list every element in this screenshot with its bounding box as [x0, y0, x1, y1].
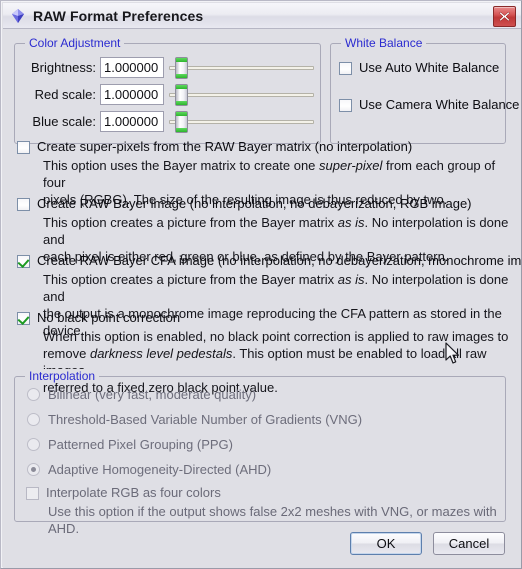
- checkbox-no-black-point-correction[interactable]: No black point correction: [17, 310, 180, 326]
- radio-label: Patterned Pixel Grouping (PPG): [48, 437, 233, 452]
- white-balance-group: White Balance: [330, 36, 506, 144]
- radio-ppg[interactable]: Patterned Pixel Grouping (PPG): [27, 437, 233, 452]
- radio-label: Adaptive Homogeneity-Directed (AHD): [48, 462, 272, 477]
- radio-box[interactable]: [27, 388, 40, 401]
- radio-vng[interactable]: Threshold-Based Variable Number of Gradi…: [27, 412, 362, 427]
- checkbox-label: Interpolate RGB as four colors: [46, 485, 221, 500]
- checkbox-box[interactable]: [17, 255, 30, 268]
- desc-text-a: This option creates a picture from the B…: [43, 215, 338, 230]
- blue-scale-label: Blue scale:: [32, 114, 96, 129]
- desc-text-line2a: remove: [43, 346, 90, 361]
- interpolation-title: Interpolation: [25, 369, 100, 383]
- cancel-button[interactable]: Cancel: [433, 532, 505, 555]
- checkbox-label: Use Auto White Balance: [359, 60, 500, 75]
- checkbox-label: Create RAW Bayer CFA image (no interpola…: [37, 253, 522, 268]
- radio-label: Threshold-Based Variable Number of Gradi…: [48, 412, 363, 427]
- ok-button[interactable]: OK: [350, 532, 422, 555]
- blue-scale-slider-groove: [169, 120, 314, 124]
- checkbox-label: No black point correction: [37, 310, 181, 325]
- brightness-label: Brightness:: [30, 60, 96, 75]
- radio-bilinear[interactable]: Bilinear (very fast, moderate quality): [27, 387, 256, 402]
- brightness-slider[interactable]: [169, 57, 314, 79]
- brightness-slider-groove: [169, 66, 314, 70]
- blue-scale-slider[interactable]: [169, 111, 314, 133]
- desc-text-em: as is: [337, 215, 365, 230]
- checkbox-label: Create RAW Bayer image (no interpolation…: [37, 196, 472, 211]
- blue-scale-slider-handle[interactable]: [175, 111, 188, 133]
- desc-text-a: This option creates a picture from the B…: [43, 272, 338, 287]
- radio-box[interactable]: [27, 463, 40, 476]
- radio-box[interactable]: [27, 438, 40, 451]
- checkbox-use-camera-white-balance[interactable]: Use Camera White Balance: [339, 97, 519, 113]
- checkbox-use-auto-white-balance[interactable]: Use Auto White Balance: [339, 60, 499, 76]
- titlebar: RAW Format Preferences: [3, 3, 521, 29]
- desc-text: Use this option if the output shows fals…: [48, 504, 497, 536]
- desc-text-em: super-pixel: [319, 158, 383, 173]
- red-scale-slider[interactable]: [169, 84, 314, 106]
- checkbox-box[interactable]: [339, 62, 352, 75]
- blue-scale-input[interactable]: [100, 111, 164, 132]
- white-balance-title: White Balance: [341, 36, 427, 50]
- color-adjustment-title: Color Adjustment: [25, 36, 125, 50]
- desc-text-a: This option uses the Bayer matrix to cre…: [43, 158, 320, 173]
- desc-text-line1: When this option is enabled, no black po…: [43, 329, 509, 344]
- checkbox-label: Use Camera White Balance: [359, 97, 520, 112]
- red-scale-input[interactable]: [100, 84, 164, 105]
- close-icon[interactable]: [493, 6, 516, 27]
- checkbox-box[interactable]: [17, 198, 30, 211]
- radio-ahd[interactable]: Adaptive Homogeneity-Directed (AHD): [27, 462, 271, 477]
- checkbox-box[interactable]: [17, 312, 30, 325]
- checkbox-create-raw-bayer-image[interactable]: Create RAW Bayer image (no interpolation…: [17, 196, 472, 212]
- checkbox-box[interactable]: [26, 487, 39, 500]
- desc-text-em: as is: [337, 272, 365, 287]
- checkbox-label: Create super-pixels from the RAW Bayer m…: [37, 139, 413, 154]
- checkbox-box[interactable]: [339, 99, 352, 112]
- radio-label: Bilinear (very fast, moderate quality): [48, 387, 257, 402]
- window-title: RAW Format Preferences: [33, 7, 204, 24]
- checkbox-interpolate-rgb-four-colors[interactable]: Interpolate RGB as four colors: [26, 485, 221, 501]
- brightness-slider-handle[interactable]: [175, 57, 188, 79]
- checkbox-box[interactable]: [17, 141, 30, 154]
- diamond-gem-icon: [10, 8, 26, 24]
- brightness-input[interactable]: [100, 57, 164, 78]
- checkbox-create-raw-bayer-cfa-image[interactable]: Create RAW Bayer CFA image (no interpola…: [17, 253, 522, 269]
- dialog-body: Color Adjustment Brightness: Red scale: …: [3, 29, 522, 568]
- checkbox-create-super-pixels[interactable]: Create super-pixels from the RAW Bayer m…: [17, 139, 412, 155]
- radio-box[interactable]: [27, 413, 40, 426]
- red-scale-slider-groove: [169, 93, 314, 97]
- raw-format-preferences-dialog: RAW Format Preferences Color Adjustment …: [0, 0, 522, 569]
- red-scale-slider-handle[interactable]: [175, 84, 188, 106]
- desc-text-em: darkness level pedestals: [89, 346, 233, 361]
- red-scale-label: Red scale:: [34, 87, 96, 102]
